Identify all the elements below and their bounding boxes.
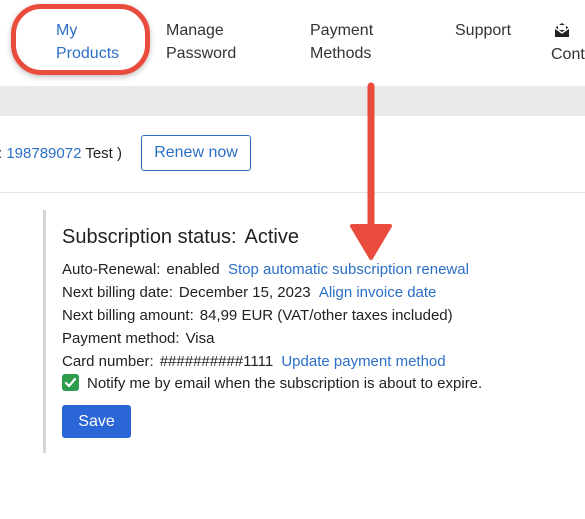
card-number-row: Card number: ##########1111 Update paymen… <box>62 353 446 370</box>
product-id-link[interactable]: 198789072 <box>6 145 81 162</box>
next-billing-amount-label: Next billing amount: <box>62 307 194 324</box>
auto-renewal-row: Auto-Renewal: enabled Stop automatic subs… <box>62 261 469 278</box>
save-button[interactable]: Save <box>62 405 131 438</box>
payment-method-value: Visa <box>185 330 215 347</box>
update-payment-method-link[interactable]: Update payment method <box>281 353 445 370</box>
next-billing-amount-value: 84,99 EUR (VAT/other taxes included) <box>199 307 453 324</box>
nav-my-products[interactable]: My Products <box>56 19 119 65</box>
payment-method-label: Payment method: <box>62 330 180 347</box>
envelope-icon <box>553 21 571 39</box>
product-id-suffix: Test ) <box>81 145 123 162</box>
card-number-label: Card number: <box>62 353 154 370</box>
nav-support[interactable]: Support <box>455 19 511 42</box>
notify-email-row: Notify me by email when the subscription… <box>62 373 483 393</box>
auto-renewal-value: enabled <box>166 261 220 278</box>
subscription-status-value: Active <box>244 226 299 248</box>
details-left-border <box>43 210 46 453</box>
auto-renewal-label: Auto-Renewal: <box>62 261 161 278</box>
next-billing-date-row: Next billing date: December 15, 2023 Alig… <box>62 284 436 301</box>
nav-my-products-line2: Products <box>56 45 120 62</box>
nav-payment-methods-line1: Payment <box>310 22 374 39</box>
next-billing-amount-row: Next billing amount: 84,99 EUR (VAT/other… <box>62 307 453 324</box>
align-invoice-date-link[interactable]: Align invoice date <box>319 284 437 301</box>
nav-contact[interactable]: Cont <box>551 21 585 66</box>
nav-manage-password-line1: Manage <box>166 22 224 39</box>
subscription-status-heading: Subscription status: Active <box>62 226 299 249</box>
product-id-text: : 198789072 Test ) <box>0 145 122 162</box>
next-billing-date-label: Next billing date: <box>62 284 173 301</box>
nav-contact-label: Cont <box>551 46 585 63</box>
notify-label: Notify me by email when the subscription… <box>87 375 483 392</box>
checkmark-icon <box>64 377 77 387</box>
subscription-details: Subscription status: Active Auto-Renewal:… <box>0 193 585 519</box>
top-navigation: My Products Manage Password Payment Meth… <box>0 0 585 86</box>
renew-now-button[interactable]: Renew now <box>141 135 251 171</box>
product-header: : 198789072 Test ) Renew now <box>0 116 585 193</box>
next-billing-date-value: December 15, 2023 <box>178 284 311 301</box>
notify-checkbox[interactable] <box>62 373 79 391</box>
stop-auto-renewal-link[interactable]: Stop automatic subscription renewal <box>228 261 469 278</box>
payment-method-row: Payment method: Visa <box>62 330 214 347</box>
nav-payment-methods[interactable]: Payment Methods <box>310 19 373 65</box>
card-number-value: ##########1111 <box>159 353 274 370</box>
subscription-status-label: Subscription status: <box>62 226 237 248</box>
nav-manage-password-line2: Password <box>166 45 237 62</box>
nav-support-label: Support <box>455 22 512 39</box>
nav-manage-password[interactable]: Manage Password <box>166 19 236 65</box>
nav-my-products-line1: My <box>56 22 78 39</box>
nav-payment-methods-line2: Methods <box>310 45 372 62</box>
grey-band <box>0 86 585 116</box>
